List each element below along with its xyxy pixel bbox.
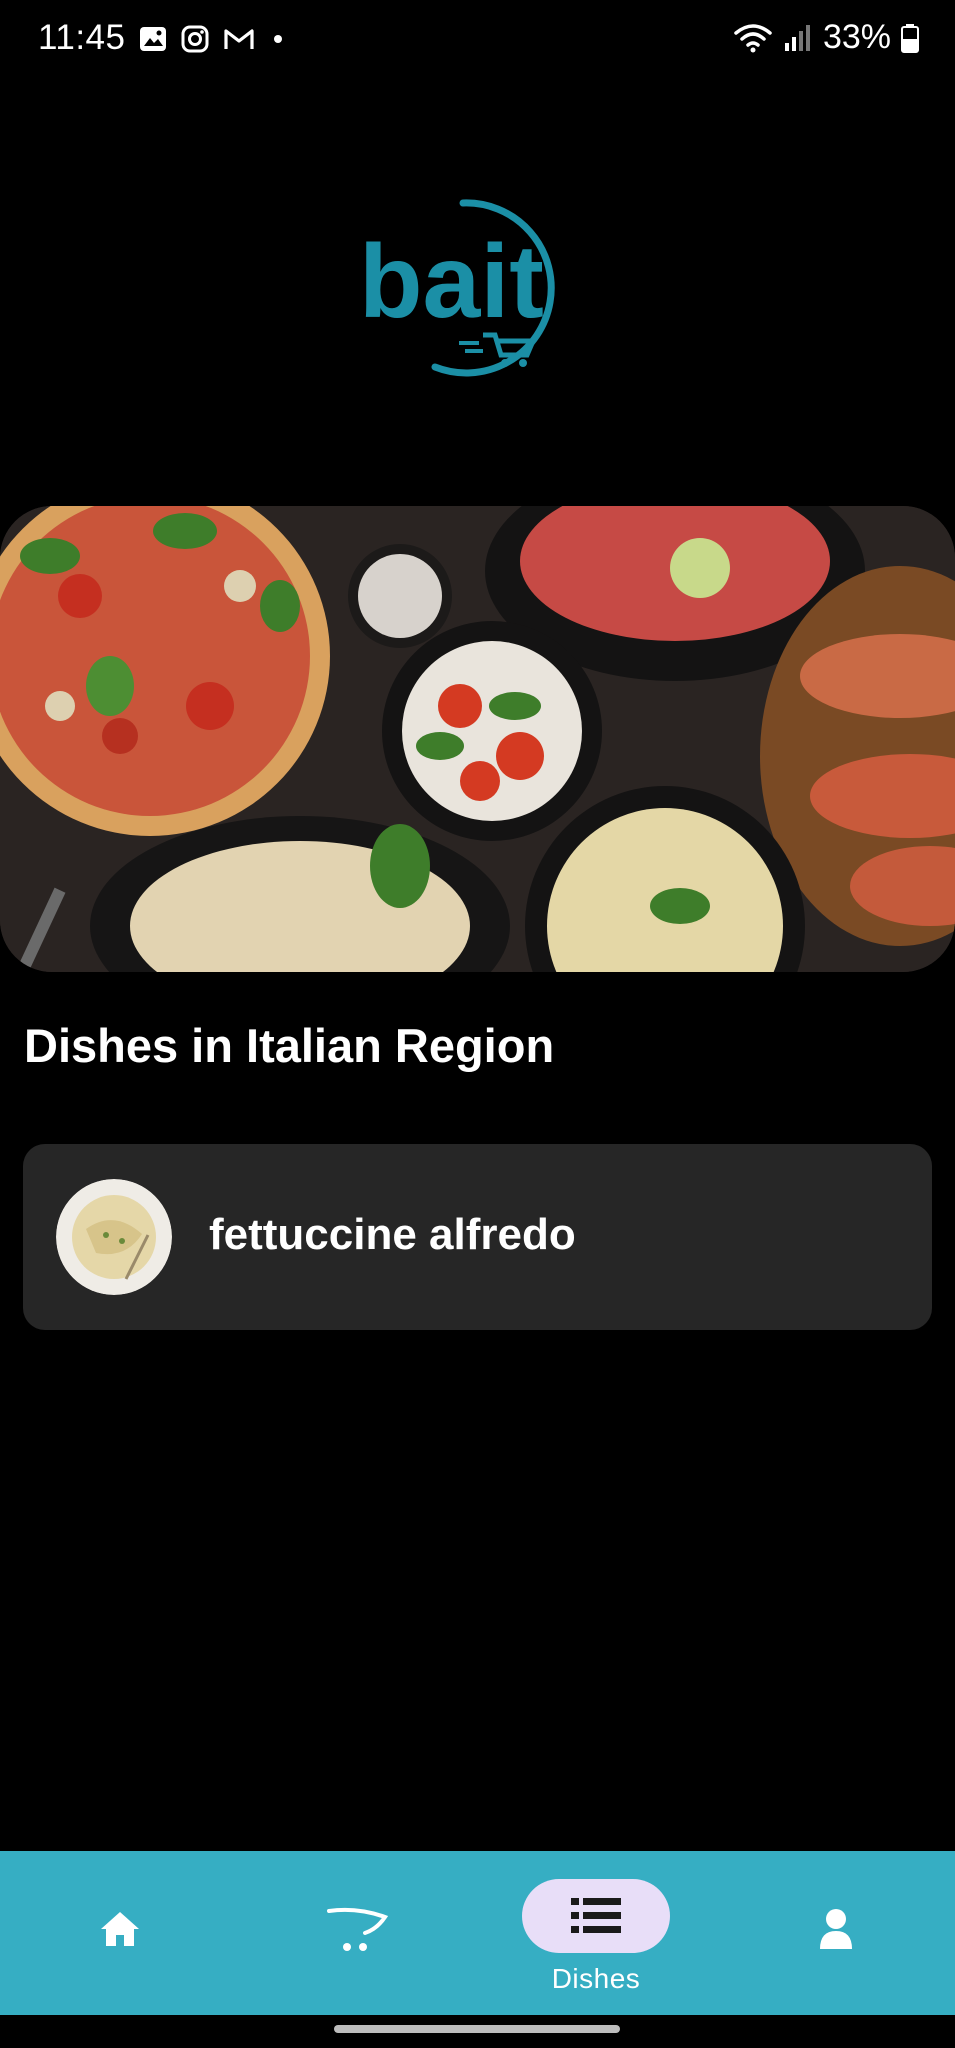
section-title: Dishes in Italian Region: [24, 1019, 555, 1072]
nav-home[interactable]: [60, 1851, 180, 2015]
nav-dishes[interactable]: Dishes: [522, 1851, 670, 2015]
gmail-icon: [224, 29, 254, 49]
person-icon: [820, 1909, 852, 1949]
notification-icons: [138, 24, 282, 54]
logo-text: bait: [359, 224, 544, 340]
more-notifications-dot: [274, 35, 282, 43]
dish-card[interactable]: fettuccine alfredo: [23, 1144, 932, 1330]
list-icon: [571, 1898, 621, 1933]
instagram-icon: [181, 25, 209, 53]
hero-image: [0, 506, 955, 972]
nav-dishes-label: Dishes: [551, 1963, 641, 1994]
battery-percentage: 33%: [822, 18, 891, 56]
nav-profile[interactable]: [776, 1851, 896, 2015]
signal-icon: [784, 24, 810, 51]
nav-selected-indicator: [522, 1879, 670, 1953]
bottom-navigation: Dishes: [0, 1851, 955, 2015]
status-time: 11:45: [38, 18, 126, 57]
home-icon: [101, 1912, 139, 1946]
dish-thumbnail: [56, 1179, 172, 1295]
system-icons: 33%: [733, 18, 919, 57]
battery-icon: [901, 23, 919, 53]
nav-cart[interactable]: [298, 1851, 418, 2015]
wifi-icon: [734, 23, 772, 52]
cart-icon: [327, 1907, 389, 1951]
dish-name: fettuccine alfredo: [209, 1210, 576, 1259]
home-indicator[interactable]: [334, 2025, 620, 2033]
gallery-icon: [140, 27, 166, 51]
bait-logo: bait: [355, 195, 600, 380]
status-bar: 11:45 33%: [0, 0, 955, 84]
